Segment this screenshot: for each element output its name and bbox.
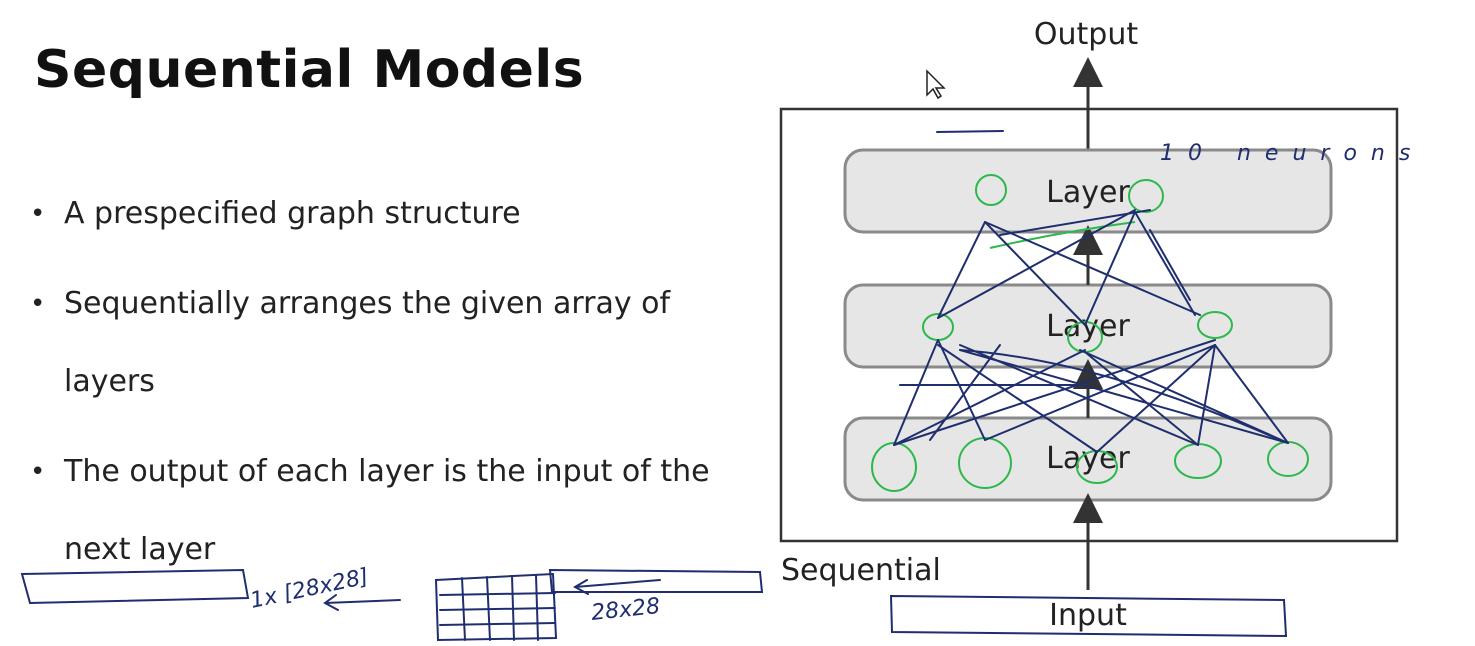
- annotation-dash: [936, 130, 1004, 133]
- vector-arrow: [323, 594, 401, 611]
- layer-label-middle: Layer: [1046, 309, 1130, 344]
- mouse-cursor-icon: [926, 69, 946, 100]
- vector-sketch: [20, 568, 250, 605]
- output-label: Output: [1034, 17, 1138, 52]
- grid-sketch: [434, 572, 558, 642]
- layer-label-top: Layer: [1046, 175, 1130, 210]
- neurons-annotation: 10 neurons: [1160, 141, 1424, 166]
- sequential-diagram: Output Layer Layer Layer Sequential Inpu…: [20, 17, 1424, 642]
- input-label: Input: [1049, 598, 1127, 633]
- sequential-label: Sequential: [781, 553, 941, 588]
- grid-annotation: 28x28: [590, 594, 661, 626]
- vector-annotation: 1x [28x28]: [248, 564, 371, 613]
